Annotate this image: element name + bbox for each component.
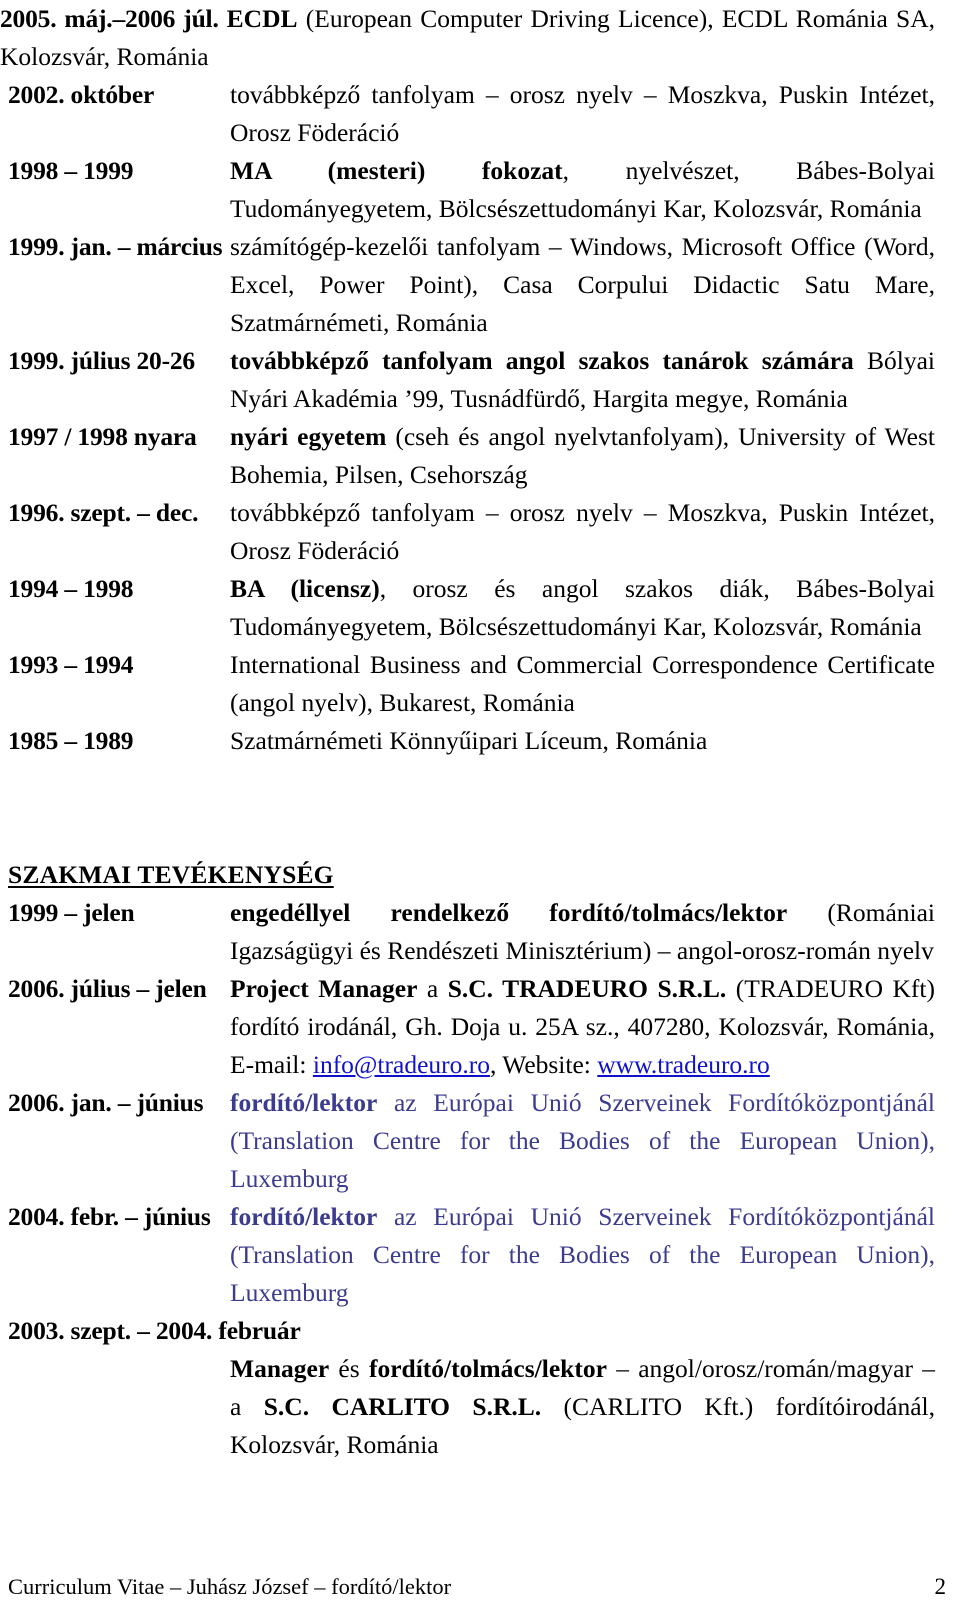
emphasis-text: engedéllyel rendelkező fordító/tolmács/l… xyxy=(230,898,788,927)
experience-entry-content: Manager és fordító/tolmács/lektor – ango… xyxy=(230,1350,935,1464)
emphasis-text: BA (licensz) xyxy=(230,574,380,603)
education-entry: 1993 – 1994 International Business and Co… xyxy=(0,646,960,722)
education-entry: 1997 / 1998 nyara nyári egyetem (cseh és … xyxy=(0,418,960,494)
education-entry-content: BA (licensz), orosz és angol szakos diák… xyxy=(230,570,935,646)
body-text: továbbképző tanfolyam – orosz nyelv – Mo… xyxy=(230,498,935,565)
emphasis-text: továbbképző tanfolyam angol szakos tanár… xyxy=(230,346,854,375)
education-entry-content: MA (mesteri) fokozat, nyelvészet, Bábes-… xyxy=(230,152,935,228)
education-entry-date: 2005. máj.–2006 júl. xyxy=(0,4,227,33)
emphasis-text: nyári egyetem xyxy=(230,422,387,451)
experience-entry-date: 1999 – jelen xyxy=(8,898,135,927)
education-entry: 1998 – 1999 MA (mesteri) fokozat, nyelvés… xyxy=(0,152,960,228)
education-entry-date: 1994 – 1998 xyxy=(8,574,134,603)
emphasis-text: Manager xyxy=(230,1354,330,1383)
emphasis-text: fordító/tolmács/lektor xyxy=(368,1354,607,1383)
education-entry-date: 1993 – 1994 xyxy=(8,650,134,679)
body-text: International Business and Commercial Co… xyxy=(230,650,935,717)
body-text: , Website: xyxy=(490,1050,598,1079)
emphasis-text: Project Manager xyxy=(230,974,418,1003)
education-entry: 1996. szept. – dec. továbbképző tanfolyam… xyxy=(0,494,960,570)
experience-entry-date: 2003. szept. – 2004. február xyxy=(8,1316,301,1345)
eu-role-text: fordító/lektor xyxy=(230,1202,378,1231)
education-entry-content: International Business and Commercial Co… xyxy=(230,646,935,722)
experience-entry-content: engedéllyel rendelkező fordító/tolmács/l… xyxy=(230,894,935,970)
emphasis-text: S.C. CARLITO S.R.L. xyxy=(263,1392,542,1421)
body-text: továbbképző tanfolyam – orosz nyelv – Mo… xyxy=(230,80,935,147)
experience-heading-wrap: SZAKMAI TEVÉKENYSÉG xyxy=(0,856,960,894)
education-entry: 1999. július 20-26 továbbképző tanfolyam … xyxy=(0,342,960,418)
experience-entry: 2006. jan. – június fordító/lektor az Eur… xyxy=(0,1084,960,1198)
education-entry-date: 2002. október xyxy=(8,80,155,109)
education-entry-content: továbbképző tanfolyam angol szakos tanár… xyxy=(230,342,935,418)
education-entry-date: 1997 / 1998 nyara xyxy=(8,422,197,451)
experience-entry-content: fordító/lektor az Európai Unió Szerveine… xyxy=(230,1084,935,1198)
education-entry: 1994 – 1998 BA (licensz), orosz és angol … xyxy=(0,570,960,646)
education-entry: 1999. jan. – március számítógép-kezelői t… xyxy=(0,228,960,342)
education-entry-date: 1999. július 20-26 xyxy=(8,346,195,375)
experience-entry-content: Project Manager a S.C. TRADEURO S.R.L. (… xyxy=(230,970,935,1084)
experience-heading: SZAKMAI TEVÉKENYSÉG xyxy=(8,860,334,889)
body-text: számítógép-kezelői tanfolyam – Windows, … xyxy=(230,232,935,337)
education-entry: 1985 – 1989 Szatmárnémeti Könnyűipari Líc… xyxy=(0,722,960,760)
footer-page-number: 2 xyxy=(934,1574,947,1599)
experience-entry: 1999 – jelen engedéllyel rendelkező fordí… xyxy=(0,894,960,970)
education-entry-date: 1999. jan. – március xyxy=(8,232,223,261)
education-entry-content: nyári egyetem (cseh és angol nyelvtanfol… xyxy=(230,418,935,494)
education-entry-date: 1998 – 1999 xyxy=(8,156,134,185)
experience-entry: 2003. szept. – 2004. február Manager és f… xyxy=(0,1312,960,1464)
experience-section: 1999 – jelen engedéllyel rendelkező fordí… xyxy=(0,894,960,1464)
education-entry: 2002. október továbbképző tanfolyam – oro… xyxy=(0,76,960,152)
hyperlink[interactable]: info@tradeuro.ro xyxy=(313,1050,490,1079)
education-entry-date: 1985 – 1989 xyxy=(8,726,134,755)
experience-entry-content: fordító/lektor az Európai Unió Szerveine… xyxy=(230,1198,935,1312)
education-entry-content: továbbképző tanfolyam – orosz nyelv – Mo… xyxy=(230,76,935,152)
emphasis-text: S.C. TRADEURO S.R.L. xyxy=(447,974,727,1003)
experience-entry-date: 2004. febr. – június xyxy=(8,1202,211,1231)
education-entry-content: Szatmárnémeti Könnyűipari Líceum, Románi… xyxy=(230,722,935,760)
education-entry-content: továbbképző tanfolyam – orosz nyelv – Mo… xyxy=(230,494,935,570)
experience-entry: 2006. július – jelen Project Manager a S.… xyxy=(0,970,960,1084)
body-text: Szatmárnémeti Könnyűipari Líceum, Románi… xyxy=(230,726,708,755)
education-entry: 2005. máj.–2006 júl. ECDL (European Comp… xyxy=(0,0,960,76)
experience-entry: 2004. febr. – június fordító/lektor az Eu… xyxy=(0,1198,960,1312)
education-entry-content: 2005. máj.–2006 júl. ECDL (European Comp… xyxy=(0,0,935,76)
page-footer: Curriculum Vitae – Juhász József – fordí… xyxy=(8,1572,946,1602)
hyperlink[interactable]: www.tradeuro.ro xyxy=(597,1050,770,1079)
eu-role-text: fordító/lektor xyxy=(230,1088,378,1117)
cv-page: 2005. máj.–2006 júl. ECDL (European Comp… xyxy=(0,0,960,1612)
footer-title: Curriculum Vitae – Juhász József – fordí… xyxy=(8,1574,452,1599)
education-entry-content: számítógép-kezelői tanfolyam – Windows, … xyxy=(230,228,935,342)
education-section: 2005. máj.–2006 júl. ECDL (European Comp… xyxy=(0,0,960,760)
experience-entry-date: 2006. jan. – június xyxy=(8,1088,204,1117)
experience-entry-date: 2006. július – jelen xyxy=(8,974,207,1003)
emphasis-text: MA (mesteri) fokozat xyxy=(230,156,563,185)
education-entry-date: 1996. szept. – dec. xyxy=(8,498,199,527)
emphasis-text: ECDL xyxy=(226,4,298,33)
body-text: és xyxy=(329,1354,369,1383)
body-text: a xyxy=(417,974,448,1003)
